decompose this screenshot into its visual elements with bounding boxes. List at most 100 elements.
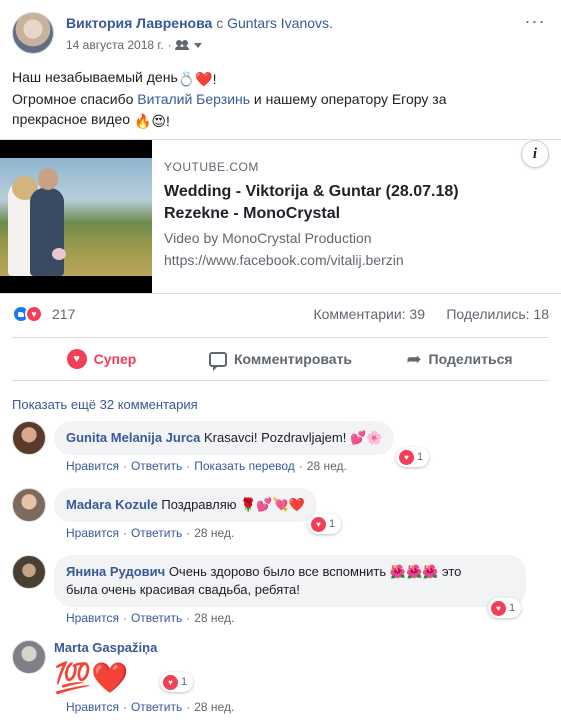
comment-bubble: Янина Рудович Очень здорово было все всп… — [54, 555, 526, 607]
link-subtitle: Video by MonoCrystal Production — [164, 230, 372, 246]
info-icon[interactable]: i — [521, 140, 549, 168]
comment-header: Marta Gaspažiņa — [54, 640, 157, 655]
comment-item: Gunita Melanija Jurca Krasavci! Pozdravl… — [12, 421, 549, 477]
comment-reaction-count: 1 — [329, 518, 336, 530]
reactions-summary: ♥ 217 Комментарии: 39 Поделились: 18 — [12, 304, 549, 324]
comment-line-1: Янина Рудович Очень здорово было все всп… — [66, 563, 514, 581]
comment-text: Очень здорово было все вспомнить — [168, 564, 387, 579]
comment-like-link[interactable]: Нравится — [66, 700, 119, 714]
thumbnail-scene — [0, 158, 152, 276]
mention-link[interactable]: Виталий Берзинь — [137, 91, 250, 107]
post-meta: 14 августа 2018 г. · — [66, 38, 202, 52]
commenter-name[interactable]: Madara Kozule — [66, 497, 158, 512]
comment-reply-link[interactable]: Ответить — [131, 459, 182, 473]
comment-text: Поздравляю — [161, 497, 237, 512]
groom-head — [38, 168, 58, 190]
commenter-avatar[interactable] — [12, 488, 46, 522]
comment-reactions[interactable]: ♥ 1 — [396, 447, 430, 467]
commenter-avatar[interactable] — [12, 421, 46, 455]
post-text-line-3: прекрасное видео 🔥😍! — [12, 109, 549, 131]
post-date[interactable]: 14 августа 2018 г. — [66, 38, 164, 52]
groom-figure — [30, 188, 64, 276]
commenter-name[interactable]: Marta Gaspažiņa — [54, 640, 157, 655]
post-text-line-1: Наш незабываемый день💍❤️! — [12, 67, 549, 89]
comment-emoji: 🌺🌺🌺 — [389, 564, 439, 579]
love-reaction-icon: ♥ — [163, 674, 178, 690]
share-button[interactable]: ➦ Поделиться — [370, 338, 549, 380]
comment-time[interactable]: 28 нед. — [307, 459, 347, 473]
fire-love-emoji: 🔥😍! — [133, 113, 170, 129]
comment-label: Комментировать — [233, 351, 353, 367]
comment-actions: Нравится · Ответить · 28 нед. — [66, 611, 235, 625]
comment-reply-link[interactable]: Ответить — [131, 700, 182, 714]
love-reaction-icon: ♥ — [491, 600, 506, 616]
friends-icon[interactable] — [174, 40, 190, 50]
chevron-down-icon[interactable] — [193, 42, 202, 48]
post-text-3: прекрасное видео — [12, 111, 131, 127]
commenter-name[interactable]: Gunita Melanija Jurca — [66, 430, 200, 445]
comment-time[interactable]: 28 нед. — [194, 700, 234, 714]
love-reaction-icon: ♥ — [399, 449, 414, 465]
comment-icon — [208, 351, 227, 371]
love-label: Супер — [93, 351, 137, 367]
comment-actions: Нравится · Ответить · 28 нед. — [66, 700, 235, 714]
comment-emoji: 🌹💕💘❤️ — [240, 497, 305, 512]
comment-actions: Нравится · Ответить · Показать перевод · 28 не… — [66, 459, 347, 473]
comment-reaction-count: 1 — [509, 602, 516, 614]
commenter-avatar[interactable] — [12, 640, 46, 674]
post-header: Виктория Лавренова с Guntars Ivanovs. 14… — [12, 12, 549, 58]
comment-like-link[interactable]: Нравится — [66, 459, 119, 473]
post-text-line-2: Огромное спасибо Виталий Берзинь и нашем… — [12, 89, 549, 109]
shares-count[interactable]: Поделились: 18 — [446, 306, 549, 322]
post-text-2-pre: Огромное спасибо — [12, 91, 138, 107]
comment-actions: Нравится · Ответить · 28 нед. — [66, 526, 235, 540]
share-icon: ➦ — [406, 349, 422, 369]
comment-time[interactable]: 28 нед. — [194, 526, 234, 540]
comment-reply-link[interactable]: Ответить — [131, 526, 182, 540]
comment-like-link[interactable]: Нравится — [66, 526, 119, 540]
comment-reaction-count: 1 — [181, 676, 188, 688]
link-url[interactable]: https://www.facebook.com/vitalij.berzin — [164, 252, 404, 268]
comment-reactions[interactable]: ♥ 1 — [308, 514, 342, 534]
comment-reply-link[interactable]: Ответить — [131, 611, 182, 625]
ring-heart-emoji: 💍❤️! — [177, 71, 217, 87]
video-thumbnail[interactable] — [0, 140, 152, 293]
post-text-1: Наш незабываемый день — [12, 69, 178, 85]
comment-text-cont: это — [441, 564, 462, 579]
show-more-comments[interactable]: Показать ещё 32 комментария — [12, 397, 198, 412]
comment-reactions[interactable]: ♥ 1 — [488, 598, 522, 618]
share-label: Поделиться — [428, 351, 513, 367]
tagged-name[interactable]: Guntars Ivanovs. — [227, 15, 333, 31]
ellipsis-icon[interactable]: ··· — [523, 12, 547, 34]
comment-text: Krasavci! Pozdravljajem! — [204, 430, 347, 445]
comment-item: Madara Kozule Поздравляю 🌹💕💘❤️ ♥ 1 Нрави… — [12, 488, 549, 544]
comment-reactions[interactable]: ♥ 1 — [160, 672, 194, 692]
show-translation-link[interactable]: Показать перевод — [194, 459, 295, 473]
commenter-name[interactable]: Янина Рудович — [66, 564, 165, 579]
comment-item: Янина Рудович Очень здорово было все всп… — [12, 555, 549, 631]
reaction-icons[interactable]: ♥ — [12, 305, 43, 323]
comment-emoji: 💕🌸 — [349, 430, 383, 445]
author-avatar[interactable] — [12, 12, 54, 54]
post-actions: ♥ Супер Комментировать ➦ Поделиться — [12, 337, 549, 381]
comment-like-link[interactable]: Нравится — [66, 611, 119, 625]
comment-reaction-count: 1 — [417, 451, 424, 463]
love-reaction-icon: ♥ — [311, 516, 326, 532]
love-button[interactable]: ♥ Супер — [12, 338, 191, 380]
with-prefix: с — [216, 15, 224, 31]
comment-emoji: 💯❤️ — [54, 662, 129, 695]
author-name[interactable]: Виктория Лавренова — [66, 15, 212, 31]
post-text-2-post: и нашему оператору Егору за — [250, 91, 447, 107]
comment-item: Marta Gaspažiņa 💯❤️ ♥ 1 Нравится · Ответит… — [12, 640, 549, 720]
comment-bubble: Gunita Melanija Jurca Krasavci! Pozdravl… — [54, 421, 395, 455]
comment-time[interactable]: 28 нед. — [194, 611, 234, 625]
comment-bubble: Madara Kozule Поздравляю 🌹💕💘❤️ — [54, 488, 317, 522]
love-reaction-icon: ♥ — [25, 305, 43, 323]
reaction-count[interactable]: 217 — [52, 306, 75, 322]
love-reaction-icon: ♥ — [66, 349, 87, 369]
link-title[interactable]: Wedding - Viktorija & Guntar (28.07.18) … — [164, 181, 524, 225]
comment-button[interactable]: Комментировать — [191, 338, 370, 380]
commenter-avatar[interactable] — [12, 555, 46, 589]
comments-count[interactable]: Комментарии: 39 — [313, 306, 425, 322]
link-preview-card[interactable]: YOUTUBE.COM Wedding - Viktorija & Guntar… — [0, 139, 561, 294]
